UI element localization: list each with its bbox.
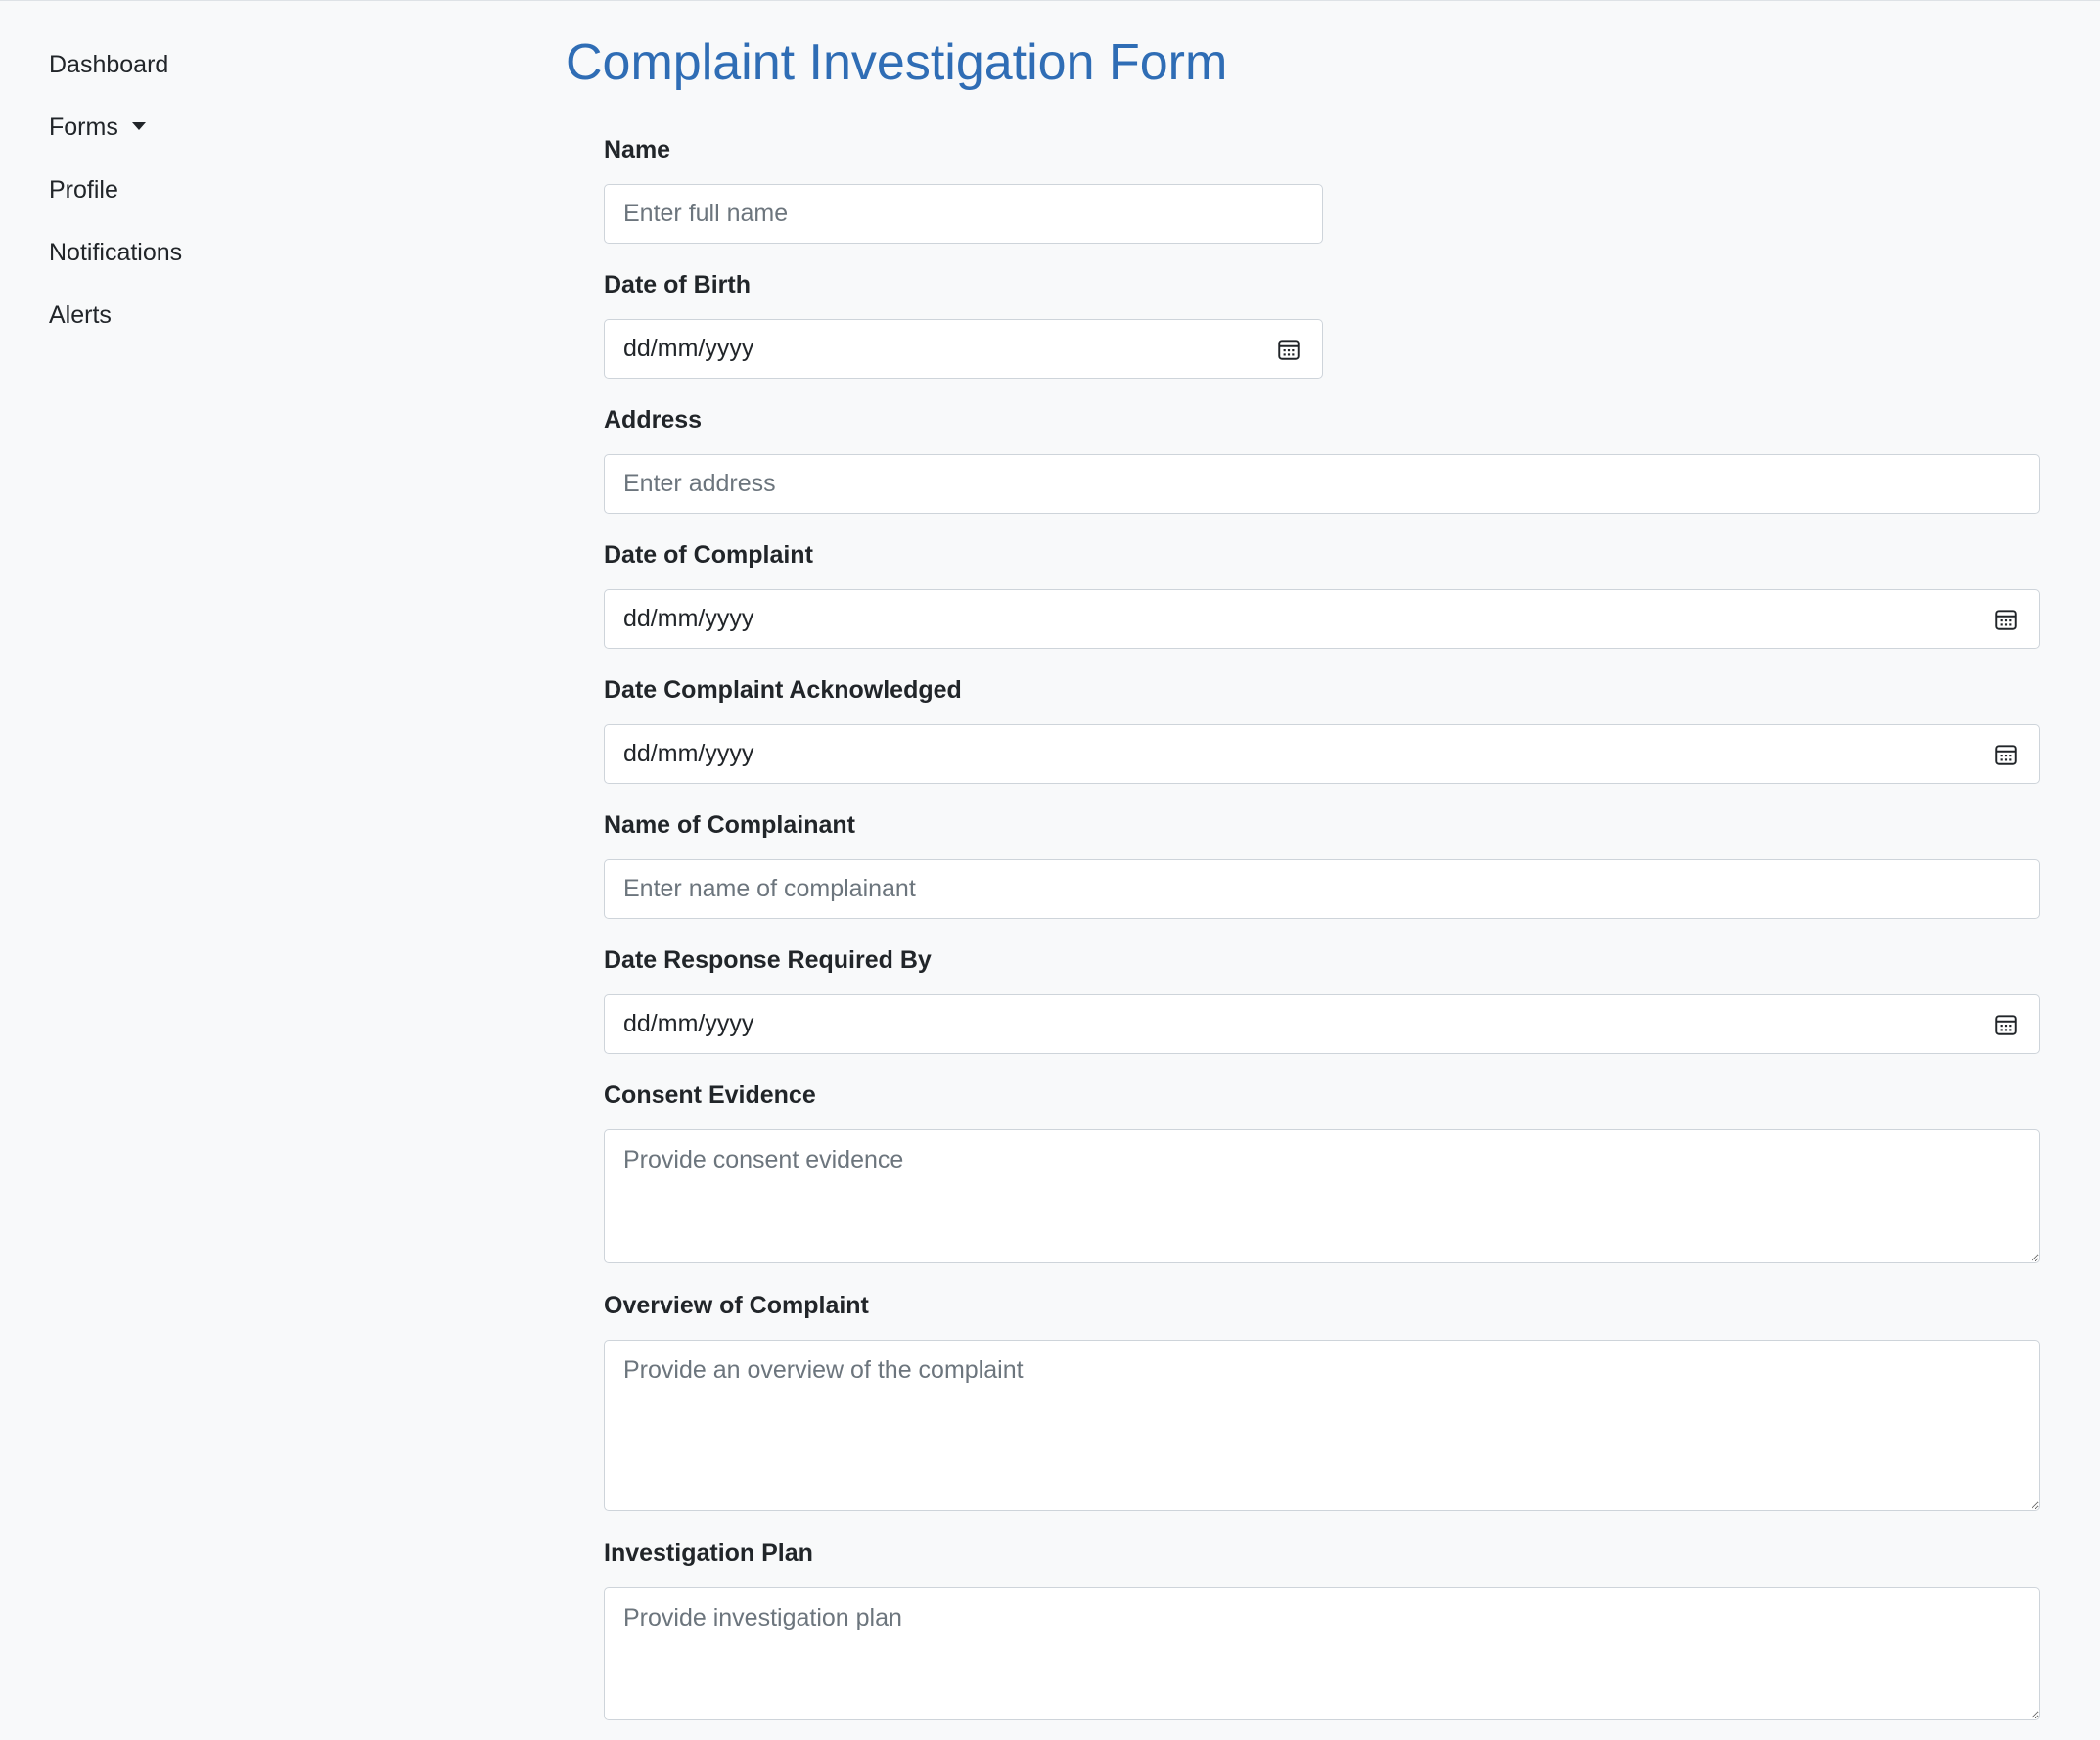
calendar-icon[interactable]	[1993, 742, 2019, 767]
sidebar-item-label: Alerts	[49, 301, 112, 329]
sidebar-item-alerts[interactable]: Alerts	[49, 299, 112, 331]
date-acknowledged-input[interactable]: dd/mm/yyyy	[604, 724, 2040, 784]
investigation-plan-textarea[interactable]	[604, 1587, 2040, 1720]
consent-evidence-textarea[interactable]	[604, 1129, 2040, 1263]
name-input[interactable]	[604, 184, 1323, 244]
top-divider	[0, 0, 2100, 1]
complainant-label: Name of Complainant	[604, 811, 855, 839]
address-input[interactable]	[604, 454, 2040, 514]
investigation-plan-label: Investigation Plan	[604, 1539, 813, 1567]
sidebar-item-forms[interactable]: Forms	[49, 112, 146, 143]
sidebar-item-profile[interactable]: Profile	[49, 174, 118, 206]
address-label: Address	[604, 406, 703, 434]
caret-down-icon	[131, 122, 146, 130]
overview-textarea[interactable]	[604, 1340, 2040, 1511]
calendar-icon[interactable]	[1993, 607, 2019, 632]
calendar-icon[interactable]	[1276, 337, 1301, 362]
consent-evidence-label: Consent Evidence	[604, 1081, 816, 1109]
sidebar-item-notifications[interactable]: Notifications	[49, 237, 182, 268]
overview-label: Overview of Complaint	[604, 1292, 869, 1319]
date-response-value: dd/mm/yyyy	[623, 1010, 754, 1037]
date-of-complaint-input[interactable]: dd/mm/yyyy	[604, 589, 2040, 649]
sidebar-item-label: Forms	[49, 114, 118, 141]
calendar-icon[interactable]	[1993, 1012, 2019, 1037]
sidebar-item-label: Profile	[49, 176, 118, 204]
date-response-input[interactable]: dd/mm/yyyy	[604, 994, 2040, 1054]
date-of-complaint-value: dd/mm/yyyy	[623, 605, 754, 632]
date-of-birth-input[interactable]: dd/mm/yyyy	[604, 319, 1323, 379]
date-acknowledged-value: dd/mm/yyyy	[623, 740, 754, 767]
date-of-birth-label: Date of Birth	[604, 271, 751, 298]
date-response-label: Date Response Required By	[604, 946, 932, 974]
sidebar-item-label: Notifications	[49, 239, 183, 266]
sidebar-item-dashboard[interactable]: Dashboard	[49, 49, 168, 80]
name-label: Name	[604, 136, 671, 163]
date-of-birth-value: dd/mm/yyyy	[623, 335, 754, 362]
page-title: Complaint Investigation Form	[566, 34, 1228, 91]
complainant-input[interactable]	[604, 859, 2040, 919]
date-acknowledged-label: Date Complaint Acknowledged	[604, 676, 962, 704]
sidebar-item-label: Dashboard	[49, 51, 169, 78]
date-of-complaint-label: Date of Complaint	[604, 541, 813, 569]
